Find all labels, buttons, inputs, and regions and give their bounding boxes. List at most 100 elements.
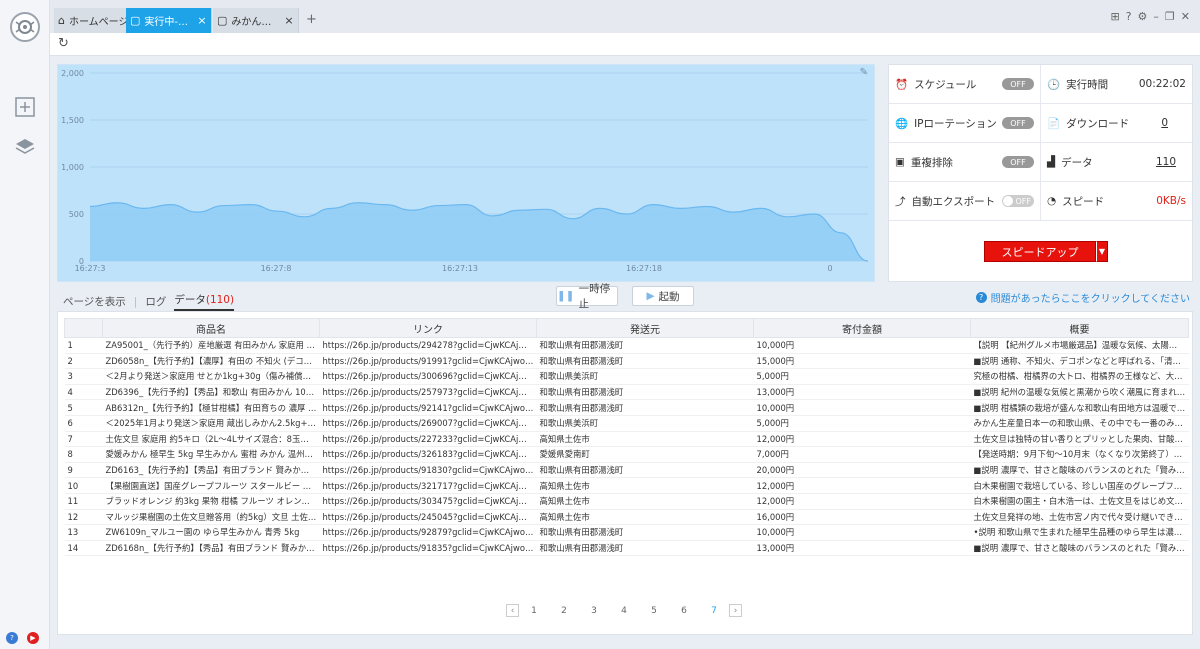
help-link[interactable]: ? 問題があったらここをクリックしてください bbox=[975, 290, 1190, 305]
table-cell: ブラッドオレンジ 約3kg 果物 柑橘 フルーツ オレン... bbox=[102, 493, 320, 510]
table-cell: 12 bbox=[64, 509, 103, 526]
table-cell: ■説明 柑橘類の栽培が盛んな和歌山有田地方は温暖で降水量... bbox=[970, 399, 1189, 416]
next-page-icon[interactable]: › bbox=[729, 604, 742, 617]
column-header[interactable]: 発送元 bbox=[536, 318, 754, 338]
tab-data[interactable]: データ(110) bbox=[174, 292, 235, 311]
tab-bar: ⌂ ホームページ ▢ 実行中-みかん... × ▢ みかん・... × + ⊞ … bbox=[50, 0, 1200, 33]
table-row[interactable]: 6＜2025年1月より発送＞家庭用 蔵出しみかん2.5kg+75g（傷...ht… bbox=[64, 415, 1189, 432]
y-tick-label: 1,500 bbox=[61, 116, 84, 125]
table-cell: ZD6168n_【先行予約】【秀品】有田ブランド 賢みかん 5kg... bbox=[102, 540, 320, 557]
close-icon[interactable]: × bbox=[284, 14, 294, 27]
export-icon: ⤴ bbox=[895, 195, 906, 208]
table-cell: 7 bbox=[64, 431, 103, 448]
dedupe-setting: ▣ 重複排除 OFF bbox=[889, 143, 1041, 182]
table-row[interactable]: 2 ZD6058n_【先行予約】【濃厚】有田の 不知火 (デコポン) 約... ht… bbox=[64, 353, 1189, 370]
table-cell: 12,000円 bbox=[753, 493, 971, 510]
table-cell: https://26p.jp/products/321717?gclid=Cjw… bbox=[319, 477, 537, 494]
minimize-icon[interactable]: – bbox=[1153, 10, 1159, 23]
bar-chart-icon: ▟ bbox=[1047, 156, 1056, 168]
column-header[interactable]: リンク bbox=[319, 318, 537, 338]
table-cell: 10,000円 bbox=[753, 524, 971, 541]
table-row[interactable]: 1ZA95001_（先行予約）産地厳選 有田みかん 家庭用 約5kg(2...h… bbox=[64, 337, 1189, 354]
table-row[interactable]: 8 愛媛みかん 極早生 5kg 早生みかん 蜜柑 みかん 温州みかん... http… bbox=[64, 446, 1189, 463]
table-cell: みかん生産量日本一の和歌山県、その中でも一番のみかんど... bbox=[970, 415, 1189, 432]
settings-icon[interactable]: ⚙ bbox=[1138, 10, 1148, 23]
x-tick-label: 16:27:8 bbox=[261, 264, 292, 273]
help-circle-icon[interactable]: ? bbox=[1126, 10, 1132, 23]
pause-button[interactable]: ❚❚ 一時停止 bbox=[556, 283, 618, 310]
play-icon: ▶ bbox=[646, 290, 655, 302]
auto-export-toggle[interactable]: OFF bbox=[1002, 195, 1034, 207]
prev-page-icon[interactable]: ‹ bbox=[506, 604, 519, 617]
edit-icon[interactable]: ✎ bbox=[860, 67, 868, 78]
table-cell: ZA95001_（先行予約）産地厳選 有田みかん 家庭用 約5kg(2... bbox=[102, 337, 320, 354]
tab-show-page[interactable]: ページを表示 bbox=[63, 294, 126, 309]
table-row[interactable]: 4 ZD6396_【先行予約】【秀品】和歌山 有田みかん 10kg (2L... h… bbox=[64, 384, 1189, 401]
table-cell: ZD6396_【先行予約】【秀品】和歌山 有田みかん 10kg (2L... bbox=[102, 384, 320, 401]
table-cell: 究極の柑橘、柑橘界の大トロ、柑橘界の王様など、大評判の... bbox=[970, 368, 1189, 385]
start-button[interactable]: ▶ 起動 bbox=[632, 286, 694, 306]
dedupe-icon: ▣ bbox=[895, 156, 905, 168]
column-header[interactable] bbox=[64, 318, 103, 338]
layers-icon[interactable] bbox=[14, 136, 36, 158]
x-tick-label: 16:27:3 bbox=[75, 264, 106, 273]
page-number[interactable]: 1 bbox=[519, 604, 549, 618]
table-row[interactable]: 9 ZD6163_【先行予約】【秀品】有田ブランド 賢みかん 10kg... htt… bbox=[64, 462, 1189, 479]
tab-task[interactable]: ▢ みかん・... × bbox=[213, 8, 299, 33]
column-header[interactable]: 寄付金額 bbox=[753, 318, 971, 338]
column-header[interactable]: 商品名 bbox=[102, 318, 320, 338]
new-tab-icon[interactable]: + bbox=[306, 12, 317, 27]
table-cell: 1 bbox=[64, 337, 103, 354]
data-table-container: 商品名 リンク 発送元 寄付金額 概要 1 ZA95001_（先行予約）産地厳選 有田みか… bbox=[57, 311, 1193, 635]
page-number[interactable]: 5 bbox=[639, 604, 669, 618]
table-row[interactable]: 7土佐文旦 家庭用 約5キロ（2L～4Lサイズ混合：8玉～12玉）...http… bbox=[64, 431, 1189, 448]
x-tick-label: 16:27:18 bbox=[626, 264, 662, 273]
table-cell: 和歌山県有田郡湯浅町 bbox=[536, 337, 754, 354]
table-row[interactable]: 3 ＜2月より発送＞家庭用 せとか1kg+30g（傷み補償分）【柑... https… bbox=[64, 368, 1189, 385]
gift-icon[interactable]: ⊞ bbox=[1110, 10, 1119, 23]
page-number[interactable]: 3 bbox=[579, 604, 609, 618]
table-cell: 10,000円 bbox=[753, 337, 971, 354]
add-task-icon[interactable] bbox=[14, 96, 36, 118]
refresh-icon[interactable]: ↻ bbox=[58, 36, 69, 51]
speed-up-button[interactable]: スピードアップ bbox=[984, 241, 1096, 262]
speedometer-icon: ◔ bbox=[1047, 195, 1057, 207]
speed-up-dropdown-icon[interactable]: ▼ bbox=[1096, 241, 1108, 262]
table-row[interactable]: 10 【果樹園直送】国産グレープフルーツ スタールビー 約3k... https:/… bbox=[64, 477, 1189, 494]
table-cell: 和歌山県美浜町 bbox=[536, 368, 754, 385]
close-window-icon[interactable]: ✕ bbox=[1181, 10, 1190, 23]
table-cell: ■説明 紀州の温暖な気候と黒潮から吹く潮風に育まれたみか... bbox=[970, 384, 1189, 401]
table-cell: 和歌山県有田郡湯浅町 bbox=[536, 524, 754, 541]
table-row[interactable]: 14 ZD6168n_【先行予約】【秀品】有田ブランド 賢みかん 5kg... ht… bbox=[64, 540, 1189, 557]
page-number[interactable]: 6 bbox=[669, 604, 699, 618]
tab-log[interactable]: ログ bbox=[145, 294, 166, 309]
page-number[interactable]: 7 bbox=[699, 604, 729, 618]
pagination: ‹ 1234567 › bbox=[506, 604, 742, 618]
pause-icon: ❚❚ bbox=[557, 290, 575, 302]
table-row[interactable]: 11 ブラッドオレンジ 約3kg 果物 柑橘 フルーツ オレン... https:/… bbox=[64, 493, 1189, 510]
ip-rotation-toggle[interactable]: OFF bbox=[1002, 117, 1034, 129]
table-cell: 12,000円 bbox=[753, 477, 971, 494]
close-icon[interactable]: × bbox=[197, 14, 207, 27]
table-cell: 5 bbox=[64, 399, 103, 416]
table-cell: 8 bbox=[64, 446, 103, 463]
table-cell: 15,000円 bbox=[753, 353, 971, 370]
table-cell: 高知県土佐市 bbox=[536, 509, 754, 526]
help-icon[interactable]: ? bbox=[6, 632, 18, 644]
table-row[interactable]: 12マルッジ果樹園の土佐文旦贈答用（約5kg）文旦 土佐文旦 ぶ...https… bbox=[64, 509, 1189, 526]
table-cell: https://26p.jp/products/227233?gclid=Cjw… bbox=[319, 431, 537, 448]
restore-icon[interactable]: ❐ bbox=[1165, 10, 1175, 23]
schedule-toggle[interactable]: OFF bbox=[1002, 78, 1034, 90]
page-number[interactable]: 4 bbox=[609, 604, 639, 618]
tab-running-task[interactable]: ▢ 実行中-みかん... × bbox=[126, 8, 212, 33]
youtube-icon[interactable]: ▶ bbox=[27, 632, 39, 644]
table-cell: 10 bbox=[64, 477, 103, 494]
column-header[interactable]: 概要 bbox=[970, 318, 1189, 338]
table-row[interactable]: 13 ZW6109n_マルユー園の ゆら早生みかん 青秀 5kg https://2… bbox=[64, 524, 1189, 541]
page-number[interactable]: 2 bbox=[549, 604, 579, 618]
table-cell: 13,000円 bbox=[753, 384, 971, 401]
dedupe-toggle[interactable]: OFF bbox=[1002, 156, 1034, 168]
table-cell: 13,000円 bbox=[753, 540, 971, 557]
table-cell: 土佐文旦 家庭用 約5キロ（2L～4Lサイズ混合：8玉～12玉）... bbox=[102, 431, 320, 448]
table-row[interactable]: 5 AB6312n_【先行予約】【極甘柑橘】有田育ちの 濃厚 ポンカ... http… bbox=[64, 399, 1189, 416]
